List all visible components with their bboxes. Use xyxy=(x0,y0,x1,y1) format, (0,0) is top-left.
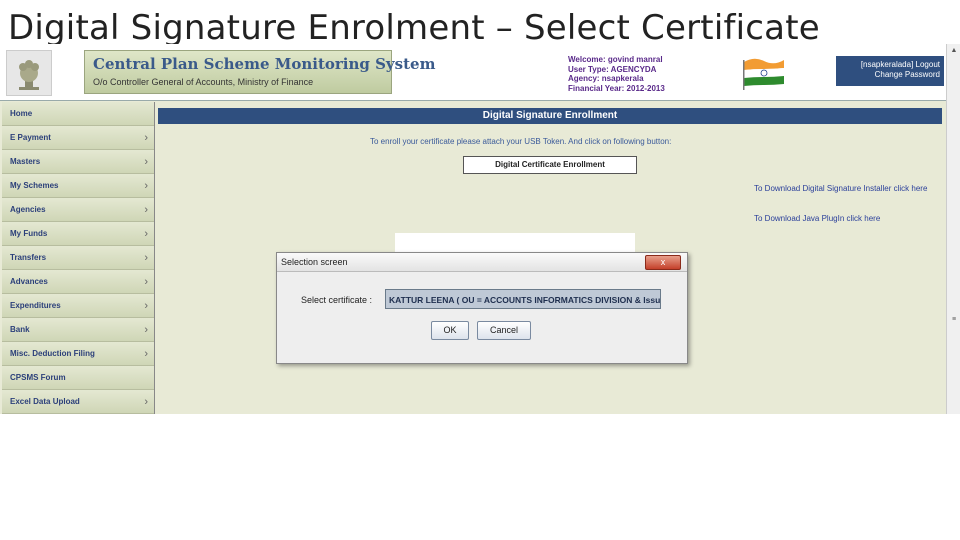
download-java-link[interactable]: To Download Java PlugIn click here xyxy=(754,214,880,223)
app-subtitle: O/o Controller General of Accounts, Mini… xyxy=(93,77,314,87)
indian-flag-icon xyxy=(740,54,788,90)
sidebar-item-expenditures[interactable]: Expenditures › xyxy=(2,294,154,318)
chevron-right-icon: › xyxy=(144,180,148,192)
sidebar-item-masters[interactable]: Masters › xyxy=(2,150,154,174)
app-title-box: Central Plan Scheme Monitoring System O/… xyxy=(84,50,435,94)
sidebar-item-label: Home xyxy=(10,109,33,118)
chevron-right-icon: › xyxy=(144,132,148,144)
chevron-right-icon: › xyxy=(144,324,148,336)
selection-dialog: Selection screen x Select certificate : … xyxy=(276,252,688,364)
sidebar-item-my-schemes[interactable]: My Schemes › xyxy=(2,174,154,198)
national-emblem-icon xyxy=(6,50,52,96)
user-financial-year: Financial Year: 2012-2013 xyxy=(568,83,665,93)
sidebar-item-label: Misc. Deduction Filing xyxy=(10,349,95,358)
sidebar-item-label: Advances xyxy=(10,277,48,286)
sidebar-item-e-payment[interactable]: E Payment › xyxy=(2,126,154,150)
change-password-link[interactable]: Change Password xyxy=(875,70,940,79)
sidebar-item-label: CPSMS Forum xyxy=(10,373,66,382)
sidebar-item-excel-data-upload[interactable]: Excel Data Upload › xyxy=(2,390,154,414)
dialog-title: Selection screen xyxy=(281,257,348,267)
sidebar-item-label: E Payment xyxy=(10,133,51,142)
sidebar-item-label: My Schemes xyxy=(10,181,59,190)
sidebar-item-misc-deduction-filing[interactable]: Misc. Deduction Filing › xyxy=(2,342,154,366)
sidebar-item-transfers[interactable]: Transfers › xyxy=(2,246,154,270)
close-icon[interactable]: x xyxy=(645,255,681,270)
sidebar-item-label: My Funds xyxy=(10,229,48,238)
sidebar-item-home[interactable]: Home xyxy=(2,102,154,126)
chevron-right-icon: › xyxy=(144,204,148,216)
scroll-up-icon[interactable]: ▲ xyxy=(949,46,959,56)
logout-link[interactable]: Logout xyxy=(916,60,940,69)
chevron-right-icon: › xyxy=(144,348,148,360)
digital-certificate-enrollment-button[interactable]: Digital Certificate Enrollment xyxy=(463,156,637,174)
user-agency: Agency: nsapkerala xyxy=(568,74,644,83)
user-info: Welcome: govind manral User Type: AGENCY… xyxy=(568,55,665,93)
page-title: Digital Signature Enrollment xyxy=(158,108,942,124)
sidebar-item-cpsms-forum[interactable]: CPSMS Forum xyxy=(2,366,154,390)
chevron-right-icon: › xyxy=(144,156,148,168)
scroll-thumb-icon[interactable]: ≡ xyxy=(949,315,959,325)
sidebar-item-label: Transfers xyxy=(10,253,47,262)
app-title: Central Plan Scheme Monitoring System xyxy=(93,55,436,73)
sidebar-item-bank[interactable]: Bank › xyxy=(2,318,154,342)
chevron-right-icon: › xyxy=(144,252,148,264)
sidebar-item-advances[interactable]: Advances › xyxy=(2,270,154,294)
enroll-instruction: To enroll your certificate please attach… xyxy=(370,137,672,146)
user-welcome: Welcome: govind manral xyxy=(568,55,663,64)
cancel-button[interactable]: Cancel xyxy=(477,321,531,340)
ok-button[interactable]: OK xyxy=(431,321,469,340)
certificate-select[interactable]: KATTUR LEENA ( OU = ACCOUNTS INFORMATICS… xyxy=(385,289,661,309)
chevron-right-icon: › xyxy=(144,300,148,312)
sidebar-item-label: Bank xyxy=(10,325,30,334)
account-link[interactable]: [nsapkeralada] xyxy=(861,60,913,69)
sidebar-item-label: Excel Data Upload xyxy=(10,397,80,406)
top-links: [nsapkeralada] Logout Change Password xyxy=(836,56,944,86)
sidebar-item-label: Expenditures xyxy=(10,301,61,310)
download-signer-link[interactable]: To Download Digital Signature Installer … xyxy=(754,184,944,193)
chevron-right-icon: › xyxy=(144,276,148,288)
chevron-right-icon: › xyxy=(144,228,148,240)
sidebar-nav: Home E Payment › Masters › My Schemes › Age… xyxy=(2,102,155,414)
chevron-right-icon: › xyxy=(144,396,148,408)
sidebar-item-my-funds[interactable]: My Funds › xyxy=(2,222,154,246)
sidebar-item-label: Agencies xyxy=(10,205,46,214)
app-banner: Central Plan Scheme Monitoring System O/… xyxy=(0,44,946,101)
sidebar-item-agencies[interactable]: Agencies › xyxy=(2,198,154,222)
dialog-titlebar[interactable]: Selection screen x xyxy=(277,253,687,272)
vertical-scrollbar[interactable]: ▲ ≡ xyxy=(946,44,960,414)
screenshot-window: Central Plan Scheme Monitoring System O/… xyxy=(0,44,960,414)
user-type: User Type: AGENCYDA xyxy=(568,64,657,74)
sidebar-item-label: Masters xyxy=(10,157,41,166)
select-certificate-label: Select certificate : xyxy=(301,295,373,305)
